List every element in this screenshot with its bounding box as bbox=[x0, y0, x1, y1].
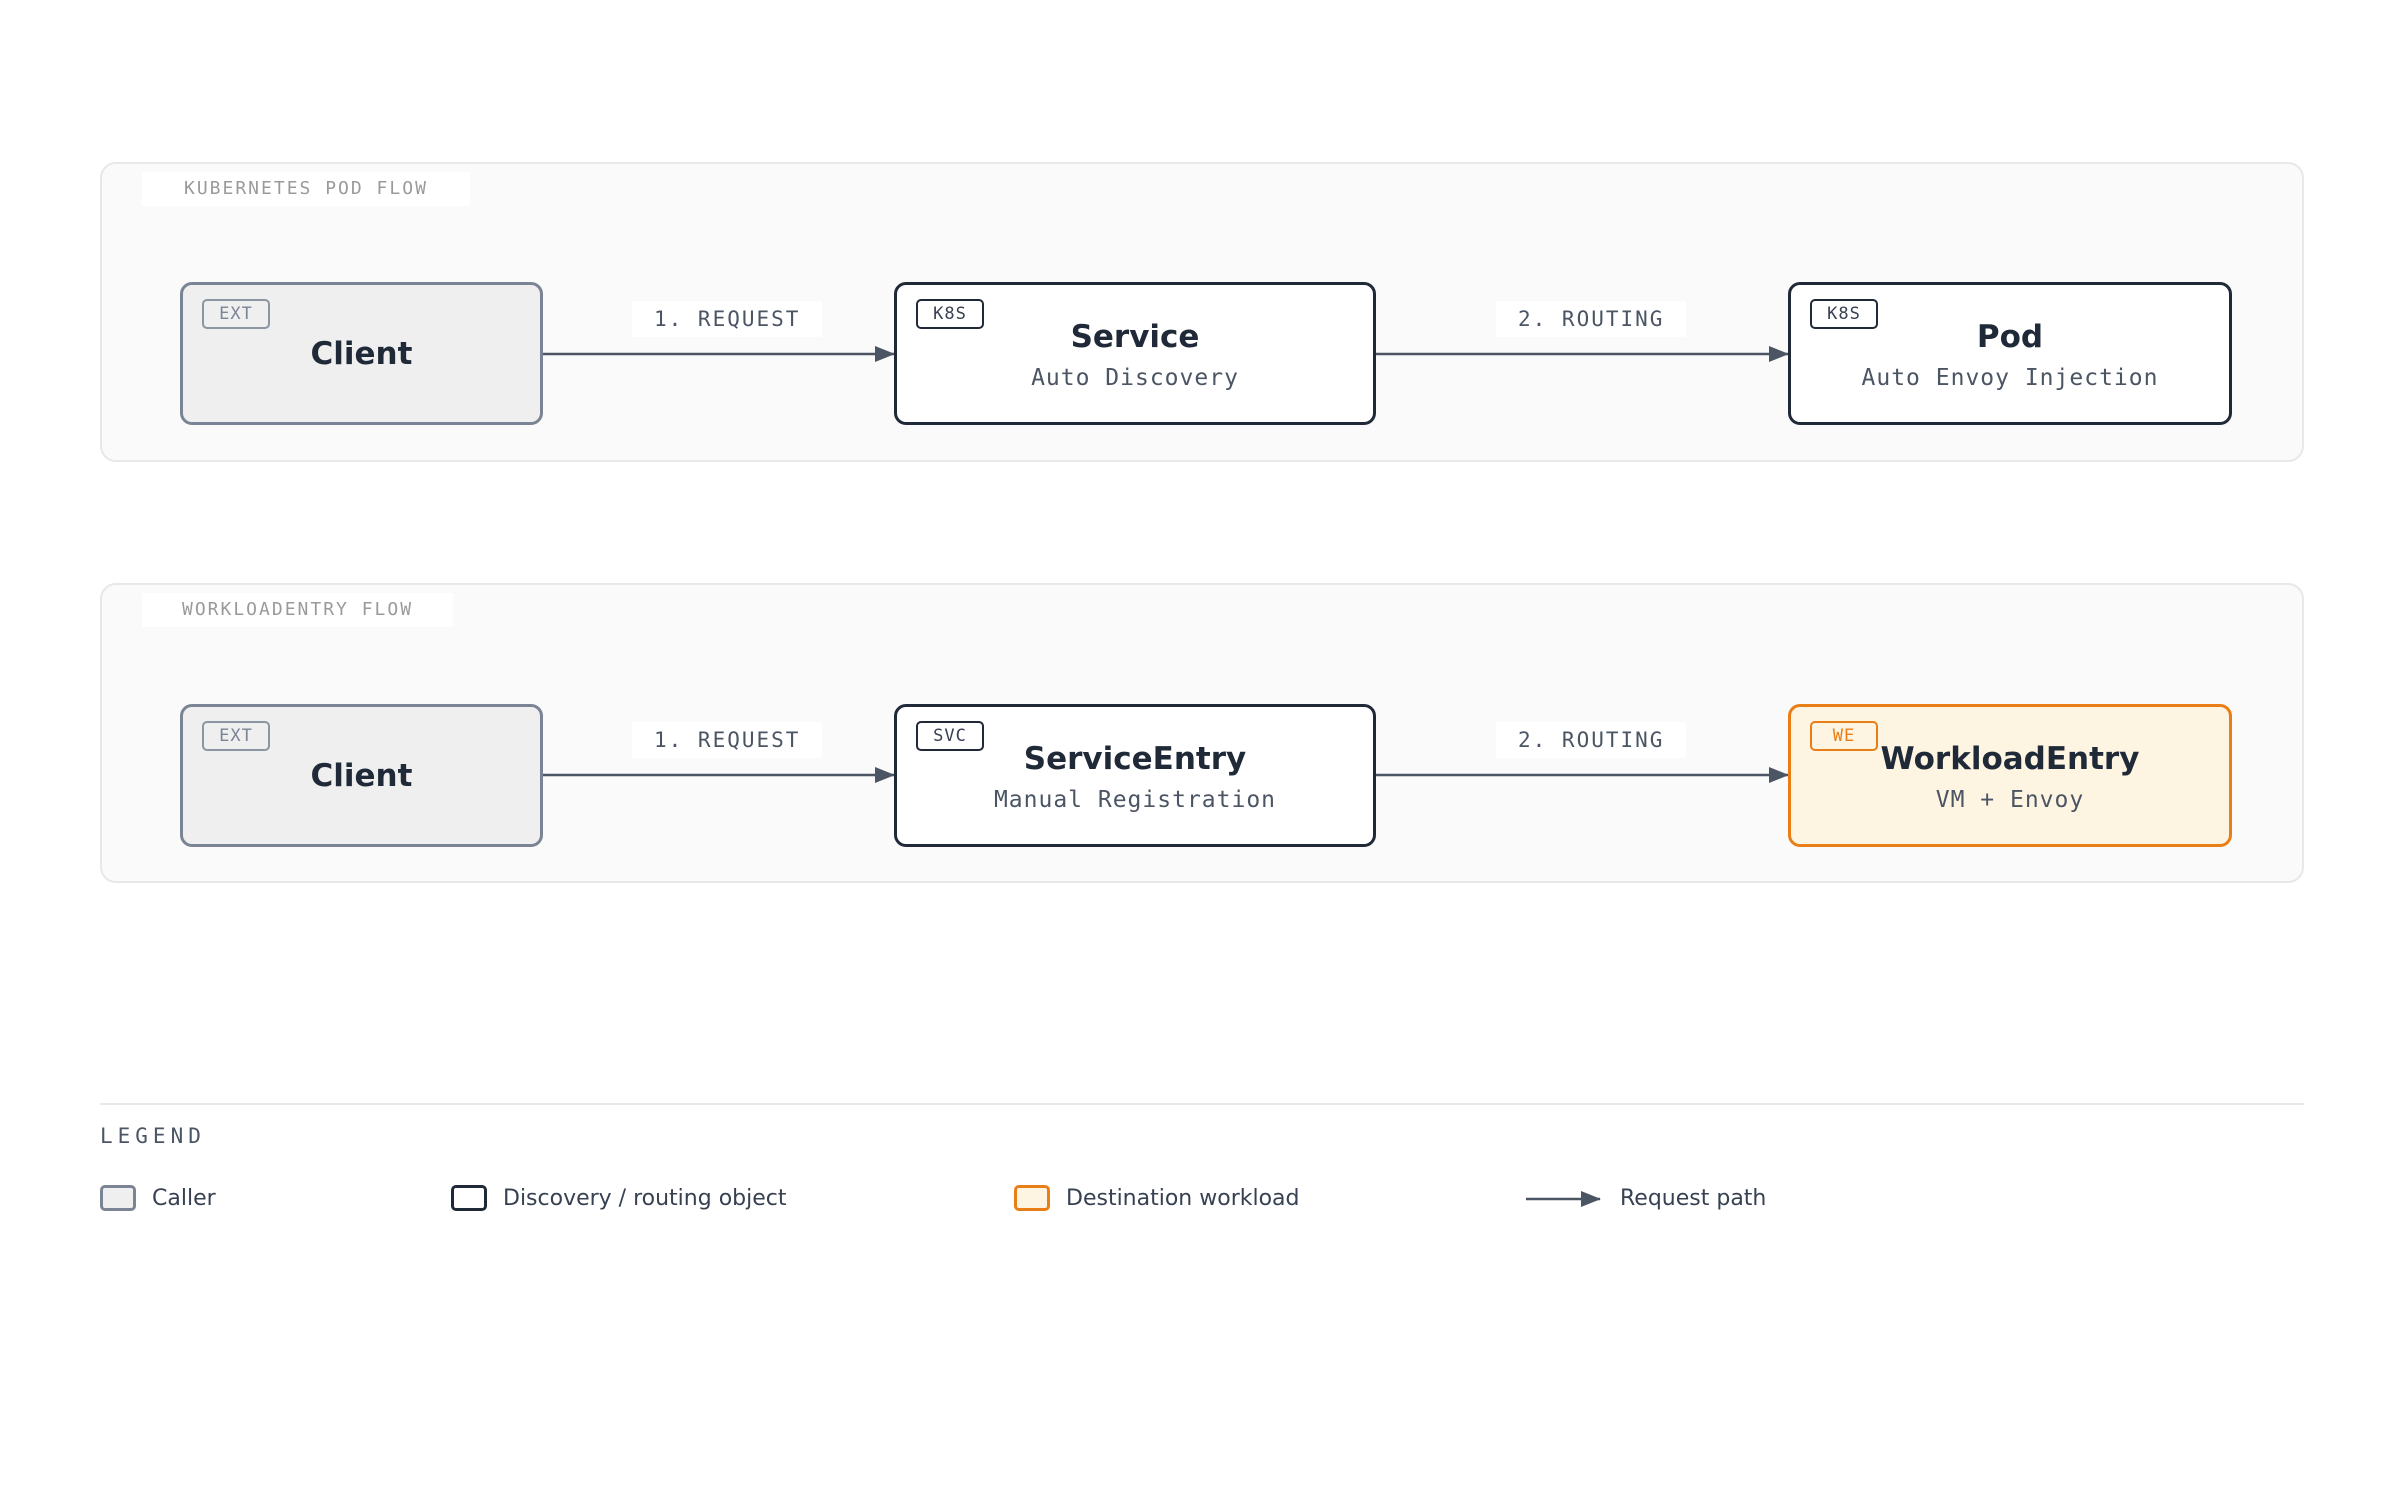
node-badge: K8S bbox=[916, 299, 984, 329]
legend-title: LEGEND bbox=[100, 1124, 206, 1148]
client-node: EXT Client bbox=[180, 704, 543, 847]
node-title: ServiceEntry bbox=[1023, 740, 1247, 777]
legend-item-caller: Caller bbox=[100, 1181, 216, 1215]
edge-label-request: 1. REQUEST bbox=[632, 722, 823, 758]
caller-swatch bbox=[100, 1185, 136, 1211]
node-subtitle: Auto Envoy Injection bbox=[1861, 364, 2159, 391]
legend-divider bbox=[100, 1103, 2304, 1105]
node-badge: EXT bbox=[202, 721, 270, 751]
node-title: Client bbox=[310, 335, 413, 372]
node-title: Pod bbox=[1976, 318, 2044, 355]
node-title: Client bbox=[310, 757, 413, 794]
legend-item-routing-object: Discovery / routing object bbox=[451, 1181, 787, 1215]
legend-label: Caller bbox=[152, 1185, 216, 1211]
node-subtitle: Auto Discovery bbox=[1031, 364, 1239, 391]
node-subtitle: Manual Registration bbox=[993, 786, 1277, 813]
client-node: EXT Client bbox=[180, 282, 543, 425]
legend-label: Destination workload bbox=[1066, 1185, 1300, 1211]
legend-item-destination-workload: Destination workload bbox=[1014, 1181, 1300, 1215]
node-subtitle: VM + Envoy bbox=[1935, 786, 2085, 813]
node-title: Service bbox=[1070, 318, 1200, 355]
edge-label-routing: 2. ROUTING bbox=[1496, 301, 1687, 337]
node-badge: WE bbox=[1810, 721, 1878, 751]
destination-workload-swatch bbox=[1014, 1185, 1050, 1211]
node-badge: SVC bbox=[916, 721, 984, 751]
node-badge: K8S bbox=[1810, 299, 1878, 329]
node-title: WorkloadEntry bbox=[1880, 740, 2140, 777]
legend-item-request-path: Request path bbox=[1620, 1181, 1766, 1215]
edge-label-request: 1. REQUEST bbox=[632, 301, 823, 337]
node-badge: EXT bbox=[202, 299, 270, 329]
workloadentry-node: WE WorkloadEntry VM + Envoy bbox=[1788, 704, 2232, 847]
serviceentry-node: SVC ServiceEntry Manual Registration bbox=[894, 704, 1376, 847]
legend-label: Discovery / routing object bbox=[503, 1185, 787, 1211]
pod-node: K8S Pod Auto Envoy Injection bbox=[1788, 282, 2232, 425]
edge-label-routing: 2. ROUTING bbox=[1496, 722, 1687, 758]
legend-label: Request path bbox=[1620, 1185, 1767, 1211]
service-node: K8S Service Auto Discovery bbox=[894, 282, 1376, 425]
routing-object-swatch bbox=[451, 1185, 487, 1211]
